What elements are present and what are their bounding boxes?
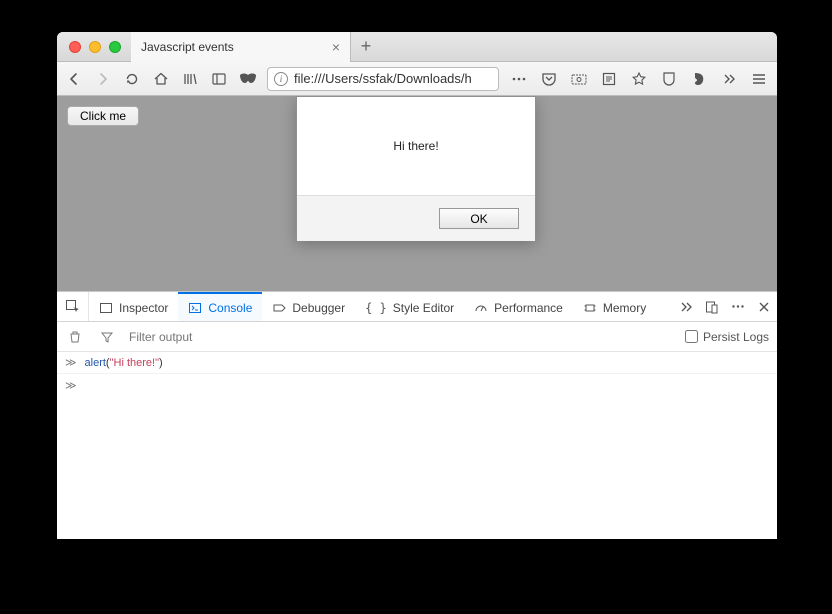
url-text: file:///Users/ssfak/Downloads/h [294,71,472,86]
close-window-button[interactable] [69,41,81,53]
console-code: alert("Hi there!") [85,357,163,369]
tab-inspector[interactable]: Inspector [89,292,178,321]
console-output: ≫ alert("Hi there!") ≫ [57,352,777,539]
library-icon[interactable] [180,69,199,89]
console-prompt-icon: ≫ [65,379,77,392]
page-viewport: Click me Hi there! OK [57,96,777,291]
browser-tab[interactable]: Javascript events × [131,32,351,62]
back-button[interactable] [65,69,84,89]
titlebar: Javascript events × + [57,32,777,62]
devtools-overflow-button[interactable] [673,301,699,313]
tab-console[interactable]: Console [178,292,262,321]
tab-inspector-label: Inspector [119,301,168,315]
tab-style-editor[interactable]: { } Style Editor [355,292,464,321]
console-input-line[interactable]: ≫ [57,374,777,396]
alert-button-bar: OK [297,195,535,241]
filter-icon[interactable] [97,327,117,347]
screenshot-icon[interactable] [569,69,589,89]
click-me-button[interactable]: Click me [67,106,139,126]
minimize-window-button[interactable] [89,41,101,53]
menu-button[interactable] [749,69,769,89]
devtools-panel: Inspector Console Debugger { } Style Edi… [57,291,777,539]
toolbar-right [509,69,769,89]
tab-style-editor-label: Style Editor [393,301,454,315]
alert-dialog: Hi there! OK [296,96,536,241]
site-info-icon[interactable]: i [274,72,288,86]
url-bar[interactable]: i file:///Users/ssfak/Downloads/h [267,67,499,91]
persist-logs-toggle[interactable]: Persist Logs [685,330,769,344]
maximize-window-button[interactable] [109,41,121,53]
filter-output-input[interactable] [129,330,289,344]
home-button[interactable] [152,69,171,89]
clear-console-button[interactable] [65,327,85,347]
alert-ok-button[interactable]: OK [439,208,519,229]
devtools-menu-button[interactable] [725,304,751,309]
devtools-close-button[interactable] [751,301,777,313]
devtools-tabs: Inspector Console Debugger { } Style Edi… [57,292,777,322]
window-controls [57,41,131,53]
evernote-icon[interactable] [689,69,709,89]
tab-memory-label: Memory [603,301,646,315]
responsive-mode-button[interactable] [699,300,725,314]
more-actions-icon[interactable] [509,69,529,89]
pocket-icon[interactable] [539,69,559,89]
bookmark-star-icon[interactable] [629,69,649,89]
reader-icon[interactable] [599,69,619,89]
braces-icon: { } [365,301,387,315]
toolbar: i file:///Users/ssfak/Downloads/h [57,62,777,96]
sidebar-icon[interactable] [209,69,228,89]
tab-debugger-label: Debugger [292,301,345,315]
mask-icon[interactable] [238,69,257,89]
console-line: ≫ alert("Hi there!") [57,352,777,374]
tab-performance[interactable]: Performance [464,292,573,321]
overflow-chevron-icon[interactable] [719,69,739,89]
tab-title: Javascript events [141,40,234,54]
tab-memory[interactable]: Memory [573,292,656,321]
element-picker-button[interactable] [57,292,89,321]
persist-logs-checkbox[interactable] [685,330,698,343]
console-filter-bar: Persist Logs [57,322,777,352]
tab-debugger[interactable]: Debugger [262,292,355,321]
new-tab-button[interactable]: + [351,36,381,57]
tab-close-button[interactable]: × [332,39,340,55]
reload-button[interactable] [123,69,142,89]
persist-logs-label: Persist Logs [703,330,769,344]
tab-performance-label: Performance [494,301,563,315]
console-prompt-icon: ≫ [65,356,77,369]
browser-window: Javascript events × + i file:///Users/ [57,32,777,539]
forward-button[interactable] [94,69,113,89]
ublock-icon[interactable] [659,69,679,89]
tab-console-label: Console [208,301,252,315]
alert-message: Hi there! [297,97,535,195]
